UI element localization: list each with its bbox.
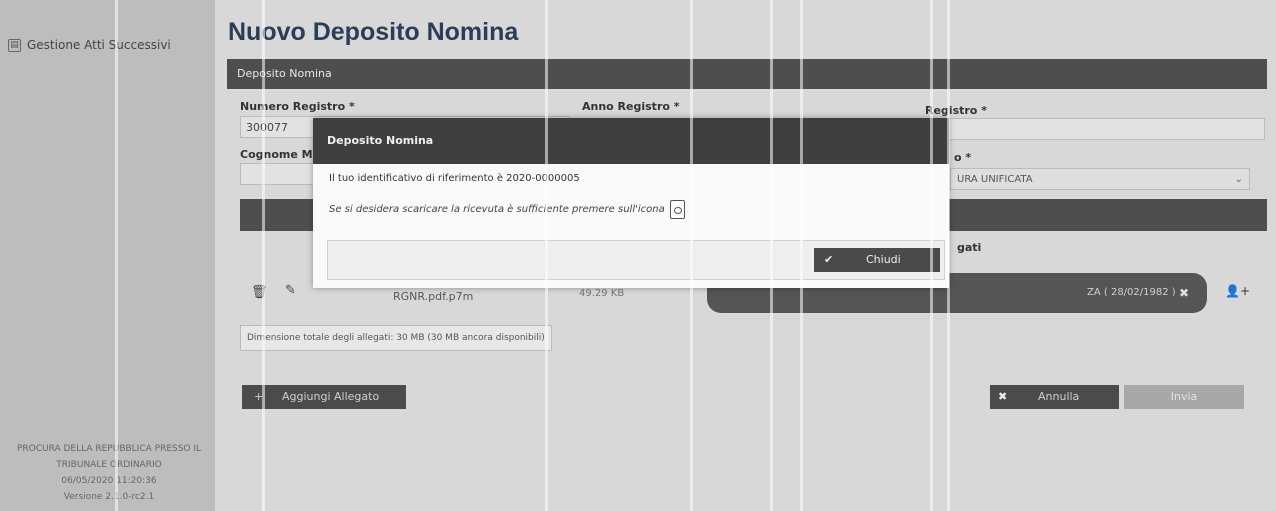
modal-footer: ✔ Chiudi: [327, 240, 945, 280]
sidebar-footer: PROCURA DELLA REPUBBLICA PRESSO IL TRIBU…: [4, 441, 214, 505]
scan-artifact: [947, 0, 950, 511]
modal-reference-text: Il tuo identificativo di riferimento è 2…: [329, 173, 580, 184]
sidebar: ▤ Gestione Atti Successivi PROCURA DELLA…: [0, 0, 215, 511]
attachments-size-note: Dimensione totale degli allegati: 30 MB …: [240, 325, 552, 351]
footer-office-2: TRIBUNALE ORDINARIO: [56, 460, 162, 470]
edit-icon[interactable]: ✎: [285, 283, 296, 298]
scan-artifact: [262, 0, 265, 511]
footer-datetime: 06/05/2020 11:20:36: [61, 476, 157, 486]
document-icon: ▤: [8, 38, 21, 52]
modal-download-label: Se si desidera scaricare la ricevuta è s…: [329, 204, 665, 215]
scan-artifact: [770, 0, 773, 511]
delete-icon[interactable]: 🗑: [251, 285, 268, 300]
close-icon: ✖: [998, 390, 1008, 403]
modal-title: Deposito Nomina: [313, 118, 949, 164]
cancel-button[interactable]: ✖ Annulla: [990, 385, 1119, 409]
attachment-size: 49.29 KB: [579, 288, 625, 299]
deposito-modal: Deposito Nomina Il tuo identificativo di…: [313, 118, 949, 288]
sidebar-item-label: Gestione Atti Successivi: [27, 38, 171, 52]
registro-input[interactable]: [925, 118, 1265, 140]
sidebar-item-gestione-atti[interactable]: ▤ Gestione Atti Successivi: [8, 38, 171, 52]
allegati-label: gati: [957, 241, 982, 254]
section-header: Deposito Nomina: [227, 59, 1267, 89]
person-chip-label: ZA ( 28/02/1982 ): [1087, 287, 1176, 298]
close-modal-label: Chiudi: [866, 253, 901, 266]
scan-artifact: [800, 0, 803, 511]
page-title: Nuovo Deposito Nomina: [228, 18, 519, 46]
tipo-select[interactable]: URA UNIFICATA ⌄: [950, 168, 1250, 190]
chevron-down-icon: ⌄: [1234, 174, 1243, 185]
check-icon: ✔: [824, 253, 834, 266]
cognome-input[interactable]: [240, 163, 320, 185]
attachment-filename[interactable]: RGNR.pdf.p7m: [393, 290, 473, 303]
add-attachment-label: Aggiungi Allegato: [282, 390, 380, 403]
footer-version: Versione 2.1.0-rc2.1: [63, 492, 155, 502]
scan-artifact: [690, 0, 693, 511]
remove-person-icon[interactable]: ✖: [1179, 273, 1189, 313]
add-person-icon[interactable]: 👤+: [1225, 284, 1250, 298]
anno-registro-label: Anno Registro *: [582, 100, 680, 113]
footer-office: PROCURA DELLA REPUBBLICA PRESSO IL: [16, 444, 202, 454]
close-modal-button[interactable]: ✔ Chiudi: [814, 248, 940, 272]
tipo-select-value: URA UNIFICATA: [957, 174, 1033, 185]
cancel-label: Annulla: [1038, 390, 1080, 403]
tipo-label: o *: [954, 151, 972, 164]
submit-button[interactable]: Invia: [1124, 385, 1244, 409]
add-attachment-button[interactable]: + Aggiungi Allegato: [242, 385, 406, 409]
scan-artifact: [930, 0, 933, 511]
registro-label: Registro *: [925, 104, 987, 117]
numero-registro-label: Numero Registro *: [240, 100, 355, 113]
scan-artifact: [115, 0, 118, 511]
pdf-download-icon[interactable]: [669, 200, 685, 219]
modal-download-text: Se si desidera scaricare la ricevuta è s…: [329, 200, 685, 219]
scan-artifact: [545, 0, 548, 511]
